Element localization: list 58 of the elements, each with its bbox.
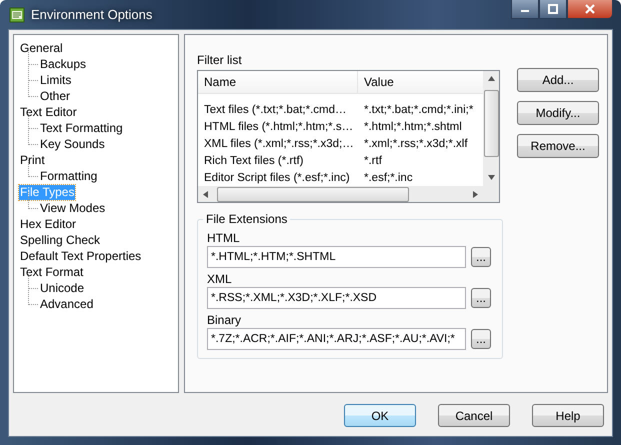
window-title: Environment Options xyxy=(31,7,152,22)
tree-item[interactable]: Backups xyxy=(39,56,88,72)
tree-item[interactable]: Unicode xyxy=(39,280,86,296)
table-cell-text: Rich Text files (*.rtf) xyxy=(203,154,304,166)
input-field[interactable]: *.7Z;*.ACR;*.AIF;*.ANI;*.ARJ;*.ASF;*.AU;*.AVI;* xyxy=(207,328,466,350)
horizontal-scrollbar[interactable] xyxy=(198,186,483,202)
field-label: XML xyxy=(207,271,233,287)
tree-item[interactable]: Print xyxy=(19,152,46,168)
tree-item[interactable]: Limits xyxy=(39,72,72,88)
column-header[interactable]: Name xyxy=(198,71,358,93)
dialog-button[interactable]: OK xyxy=(344,404,416,427)
tree-item[interactable]: Hex Editor xyxy=(19,216,78,232)
tree-item[interactable]: Spelling Check xyxy=(19,232,102,248)
maximize-button[interactable] xyxy=(539,0,567,19)
vertical-scrollbar[interactable] xyxy=(483,71,499,202)
column-header[interactable]: Value xyxy=(358,71,483,93)
table-cell-text: Text files (*.txt;*.bat;*.cmd… xyxy=(203,104,348,116)
tree-item[interactable]: Formatting xyxy=(39,168,98,184)
dialog-button[interactable]: Cancel xyxy=(438,404,510,427)
tree-item[interactable]: Key Sounds xyxy=(39,136,106,152)
field-label: HTML xyxy=(207,230,241,246)
scroll-down-icon[interactable] xyxy=(488,175,494,180)
table-cell-text: *.xml;*.rss;*.x3d;*.xlf xyxy=(363,138,469,150)
table-cell-text: *.esf;*.inc xyxy=(363,172,414,184)
table-cell-text: *.rtf xyxy=(363,154,383,166)
scroll-up-icon[interactable] xyxy=(488,76,494,81)
table-cell-text: Editor Script files (*.esf;*.inc) xyxy=(203,172,351,184)
tree-item[interactable]: General xyxy=(19,40,64,56)
tree-item[interactable]: Advanced xyxy=(39,296,94,312)
filter-list-label: Filter list xyxy=(197,53,243,67)
close-icon xyxy=(584,4,596,14)
input-field[interactable]: *.RSS;*.XML;*.X3D;*.XLF;*.XSD xyxy=(207,287,466,309)
tree-item[interactable]: Text Format xyxy=(19,264,84,280)
list-action-button[interactable]: Add... xyxy=(517,68,599,92)
tree-item[interactable]: Text Formatting xyxy=(39,120,124,136)
table-cell-text: *.txt;*.bat;*.cmd;*.ini;* xyxy=(363,104,474,116)
scroll-right-icon[interactable] xyxy=(473,190,478,198)
dialog-button[interactable]: Help xyxy=(532,404,604,427)
input-field[interactable]: *.HTML;*.HTM;*.SHTML xyxy=(207,246,466,268)
table-cell-text: XML files (*.xml;*.rss;*.x3d;… xyxy=(203,138,355,150)
field-label: Binary xyxy=(207,312,242,328)
tree-item[interactable]: Text Editor xyxy=(19,104,78,120)
minimize-button[interactable] xyxy=(511,0,539,19)
browse-button[interactable]: ... xyxy=(471,329,491,349)
list-action-button[interactable]: Remove... xyxy=(517,134,599,158)
tree-item[interactable]: Default Text Properties xyxy=(19,248,142,264)
tree-item[interactable]: Other xyxy=(39,88,72,104)
browse-button[interactable]: ... xyxy=(471,288,491,308)
list-action-button[interactable]: Modify... xyxy=(517,101,599,125)
scroll-left-icon[interactable] xyxy=(203,190,208,198)
group-title: File Extensions xyxy=(203,212,290,226)
table-cell-text: HTML files (*.html;*.htm;*.s… xyxy=(203,120,354,132)
maximize-icon xyxy=(548,4,558,14)
close-button[interactable] xyxy=(567,0,613,19)
table-cell-text: *.html;*.htm;*.shtml xyxy=(363,120,463,132)
browse-button[interactable]: ... xyxy=(471,247,491,267)
app-icon xyxy=(9,6,25,22)
tree-item[interactable]: View Modes xyxy=(39,200,106,216)
